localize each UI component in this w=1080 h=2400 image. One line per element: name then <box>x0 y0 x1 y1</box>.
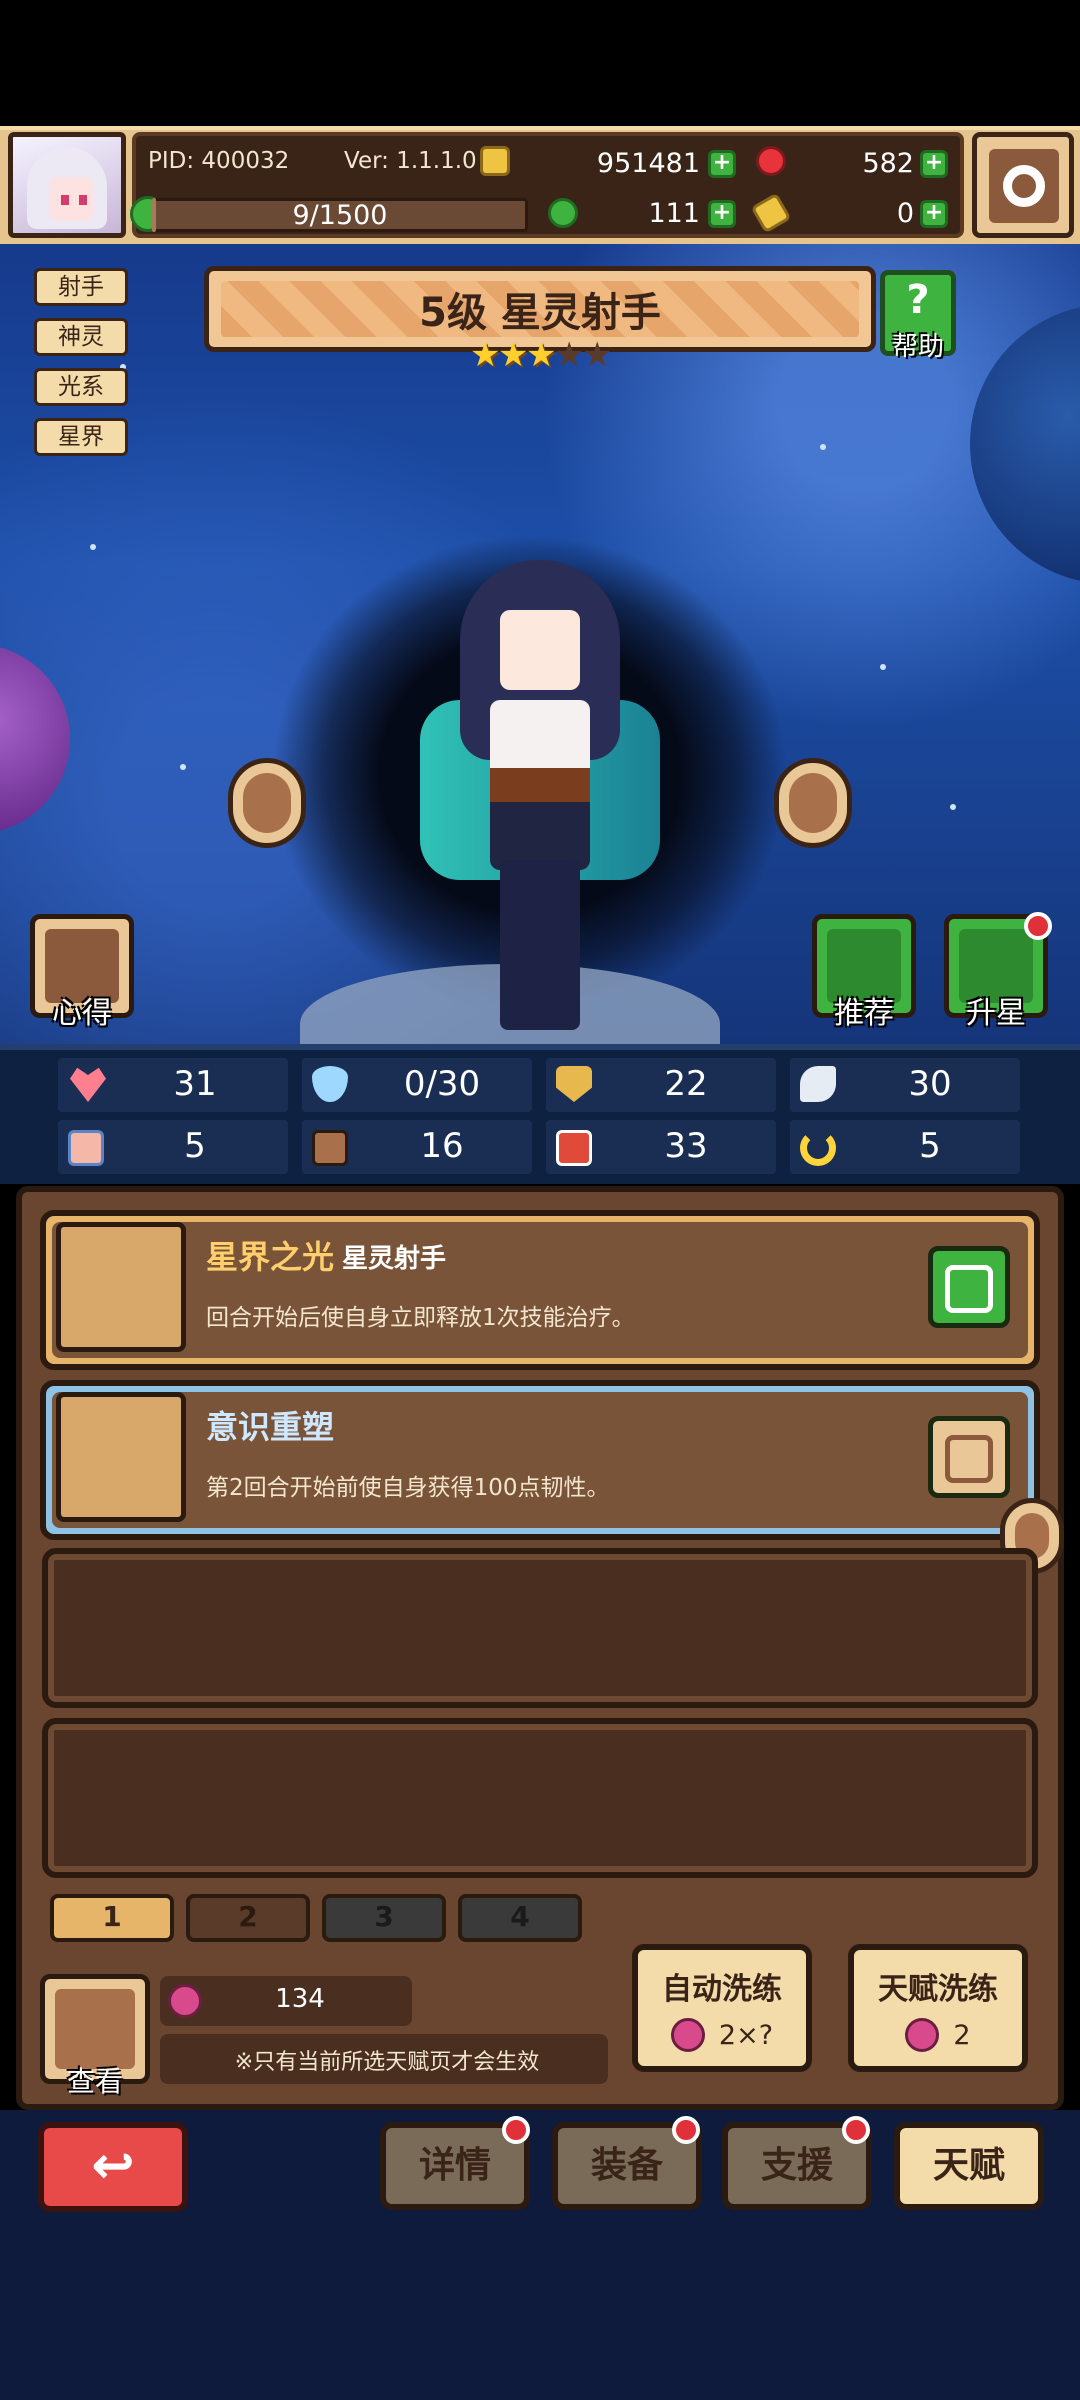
cross-talent-icon <box>56 1392 186 1522</box>
gem-amount: 582 <box>862 148 914 179</box>
talent-desc: 第2回合开始前使自身获得100点韧性。 <box>206 1475 610 1501</box>
insight-label: 心得 <box>52 996 112 1031</box>
wing-icon <box>800 1066 836 1102</box>
add-gem-button[interactable]: + <box>920 150 948 178</box>
key-amount: 0 <box>896 198 914 229</box>
stat-magic: 16 <box>420 1126 464 1166</box>
back-button[interactable]: ↩ <box>38 2122 188 2212</box>
tag-realm: 星界 <box>34 418 128 456</box>
status-area <box>0 0 1080 126</box>
talent-card-2[interactable] <box>40 1380 1040 1540</box>
auto-wash-cost: 2×? <box>718 2019 774 2051</box>
hero-title: 5级 星灵射手 <box>419 290 661 336</box>
horseshoe-icon <box>800 1130 836 1166</box>
tag-element: 光系 <box>34 368 128 406</box>
stat-luck: 5 <box>919 1126 941 1166</box>
empty-talent-slot <box>42 1548 1038 1708</box>
talent-desc: 回合开始后使自身立即释放1次技能治疗。 <box>206 1305 635 1331</box>
question-icon: ? <box>906 277 930 323</box>
gold-coin-icon <box>480 146 510 176</box>
notification-dot <box>1024 912 1052 940</box>
gear-icon <box>1003 165 1045 207</box>
view-label: 查看 <box>66 2065 123 2098</box>
stat-defense: 22 <box>664 1064 708 1104</box>
page-tab-3[interactable]: 3 <box>322 1894 446 1942</box>
nav-talent[interactable]: 天赋 <box>894 2122 1044 2210</box>
empty-star-icon: ★ <box>582 335 613 375</box>
prev-hero-button[interactable] <box>228 758 306 848</box>
auto-wash-button[interactable]: 自动洗练 2×? <box>632 1944 812 2072</box>
page-tab-4[interactable]: 4 <box>458 1894 582 1942</box>
gem-icon <box>756 146 786 176</box>
lock-button[interactable] <box>928 1246 1010 1328</box>
auto-wash-title: 自动洗练 <box>662 1972 782 2007</box>
add-key-button[interactable]: + <box>920 200 948 228</box>
stat-attack: 5 <box>184 1126 206 1166</box>
star-icon: ★ <box>526 335 557 375</box>
recommend-label: 推荐 <box>834 996 894 1031</box>
tag-race: 神灵 <box>34 318 128 356</box>
magnifier-icon <box>55 1989 135 2069</box>
page-tab-2[interactable]: 2 <box>186 1894 310 1942</box>
seed-count: 134 <box>275 1984 325 2014</box>
add-gold-button[interactable]: + <box>708 150 736 178</box>
talent-wash-title: 天赋洗练 <box>878 1972 998 2007</box>
player-avatar[interactable] <box>8 132 126 238</box>
help-label: 帮助 <box>891 332 944 362</box>
energy-text: 9/1500 <box>292 200 388 231</box>
hero-character[interactable] <box>420 560 660 1040</box>
unlock-icon <box>945 1435 993 1483</box>
talent-wash-button[interactable]: 天赋洗练 2 <box>848 1944 1028 2072</box>
note-text: ※只有当前所选天赋页才会生效 <box>234 2050 540 2075</box>
stat-crit: 33 <box>664 1126 708 1166</box>
stat-hp: 31 <box>173 1064 217 1104</box>
next-hero-button[interactable] <box>774 758 852 848</box>
page-tab-1[interactable]: 1 <box>50 1894 174 1942</box>
notification-dot <box>672 2116 700 2144</box>
fist-icon <box>68 1130 104 1166</box>
clover-amount: 111 <box>648 198 700 229</box>
notification-dot <box>502 2116 530 2144</box>
seed-icon <box>168 1984 202 2018</box>
notification-dot <box>842 2116 870 2144</box>
talent-card-1[interactable] <box>40 1210 1040 1370</box>
stat-speed: 30 <box>908 1064 952 1104</box>
clover-icon <box>548 198 578 228</box>
tag-class: 射手 <box>34 268 128 306</box>
talent-name: 意识重塑 <box>206 1408 335 1446</box>
planet-decoration <box>970 304 1080 584</box>
player-id: PID: 400032 <box>148 148 290 174</box>
talent-sub: 星灵射手 <box>342 1244 447 1274</box>
settings-button[interactable] <box>972 132 1074 238</box>
unlock-button[interactable] <box>928 1416 1010 1498</box>
book-icon <box>312 1130 348 1166</box>
talent-wash-cost: 2 <box>953 2019 971 2051</box>
star-talent-icon <box>56 1222 186 1352</box>
return-arrow-icon: ↩ <box>91 2136 135 2196</box>
seed-icon <box>670 2018 705 2052</box>
lock-icon <box>945 1265 993 1313</box>
add-clover-button[interactable]: + <box>708 200 736 228</box>
gold-amount: 951481 <box>596 148 700 179</box>
potion-icon <box>556 1130 592 1166</box>
star-upgrade-label: 升星 <box>966 996 1026 1031</box>
empty-talent-slot <box>42 1718 1038 1878</box>
seed-icon <box>905 2018 940 2052</box>
talent-name: 星界之光 <box>206 1238 335 1276</box>
empty-star-icon: ★ <box>554 335 585 375</box>
stat-mana: 0/30 <box>403 1064 481 1104</box>
version-label: Ver: 1.1.1.0 <box>344 148 477 174</box>
planet-decoration <box>0 644 70 834</box>
star-icon: ★ <box>470 335 501 375</box>
star-icon: ★ <box>498 335 529 375</box>
